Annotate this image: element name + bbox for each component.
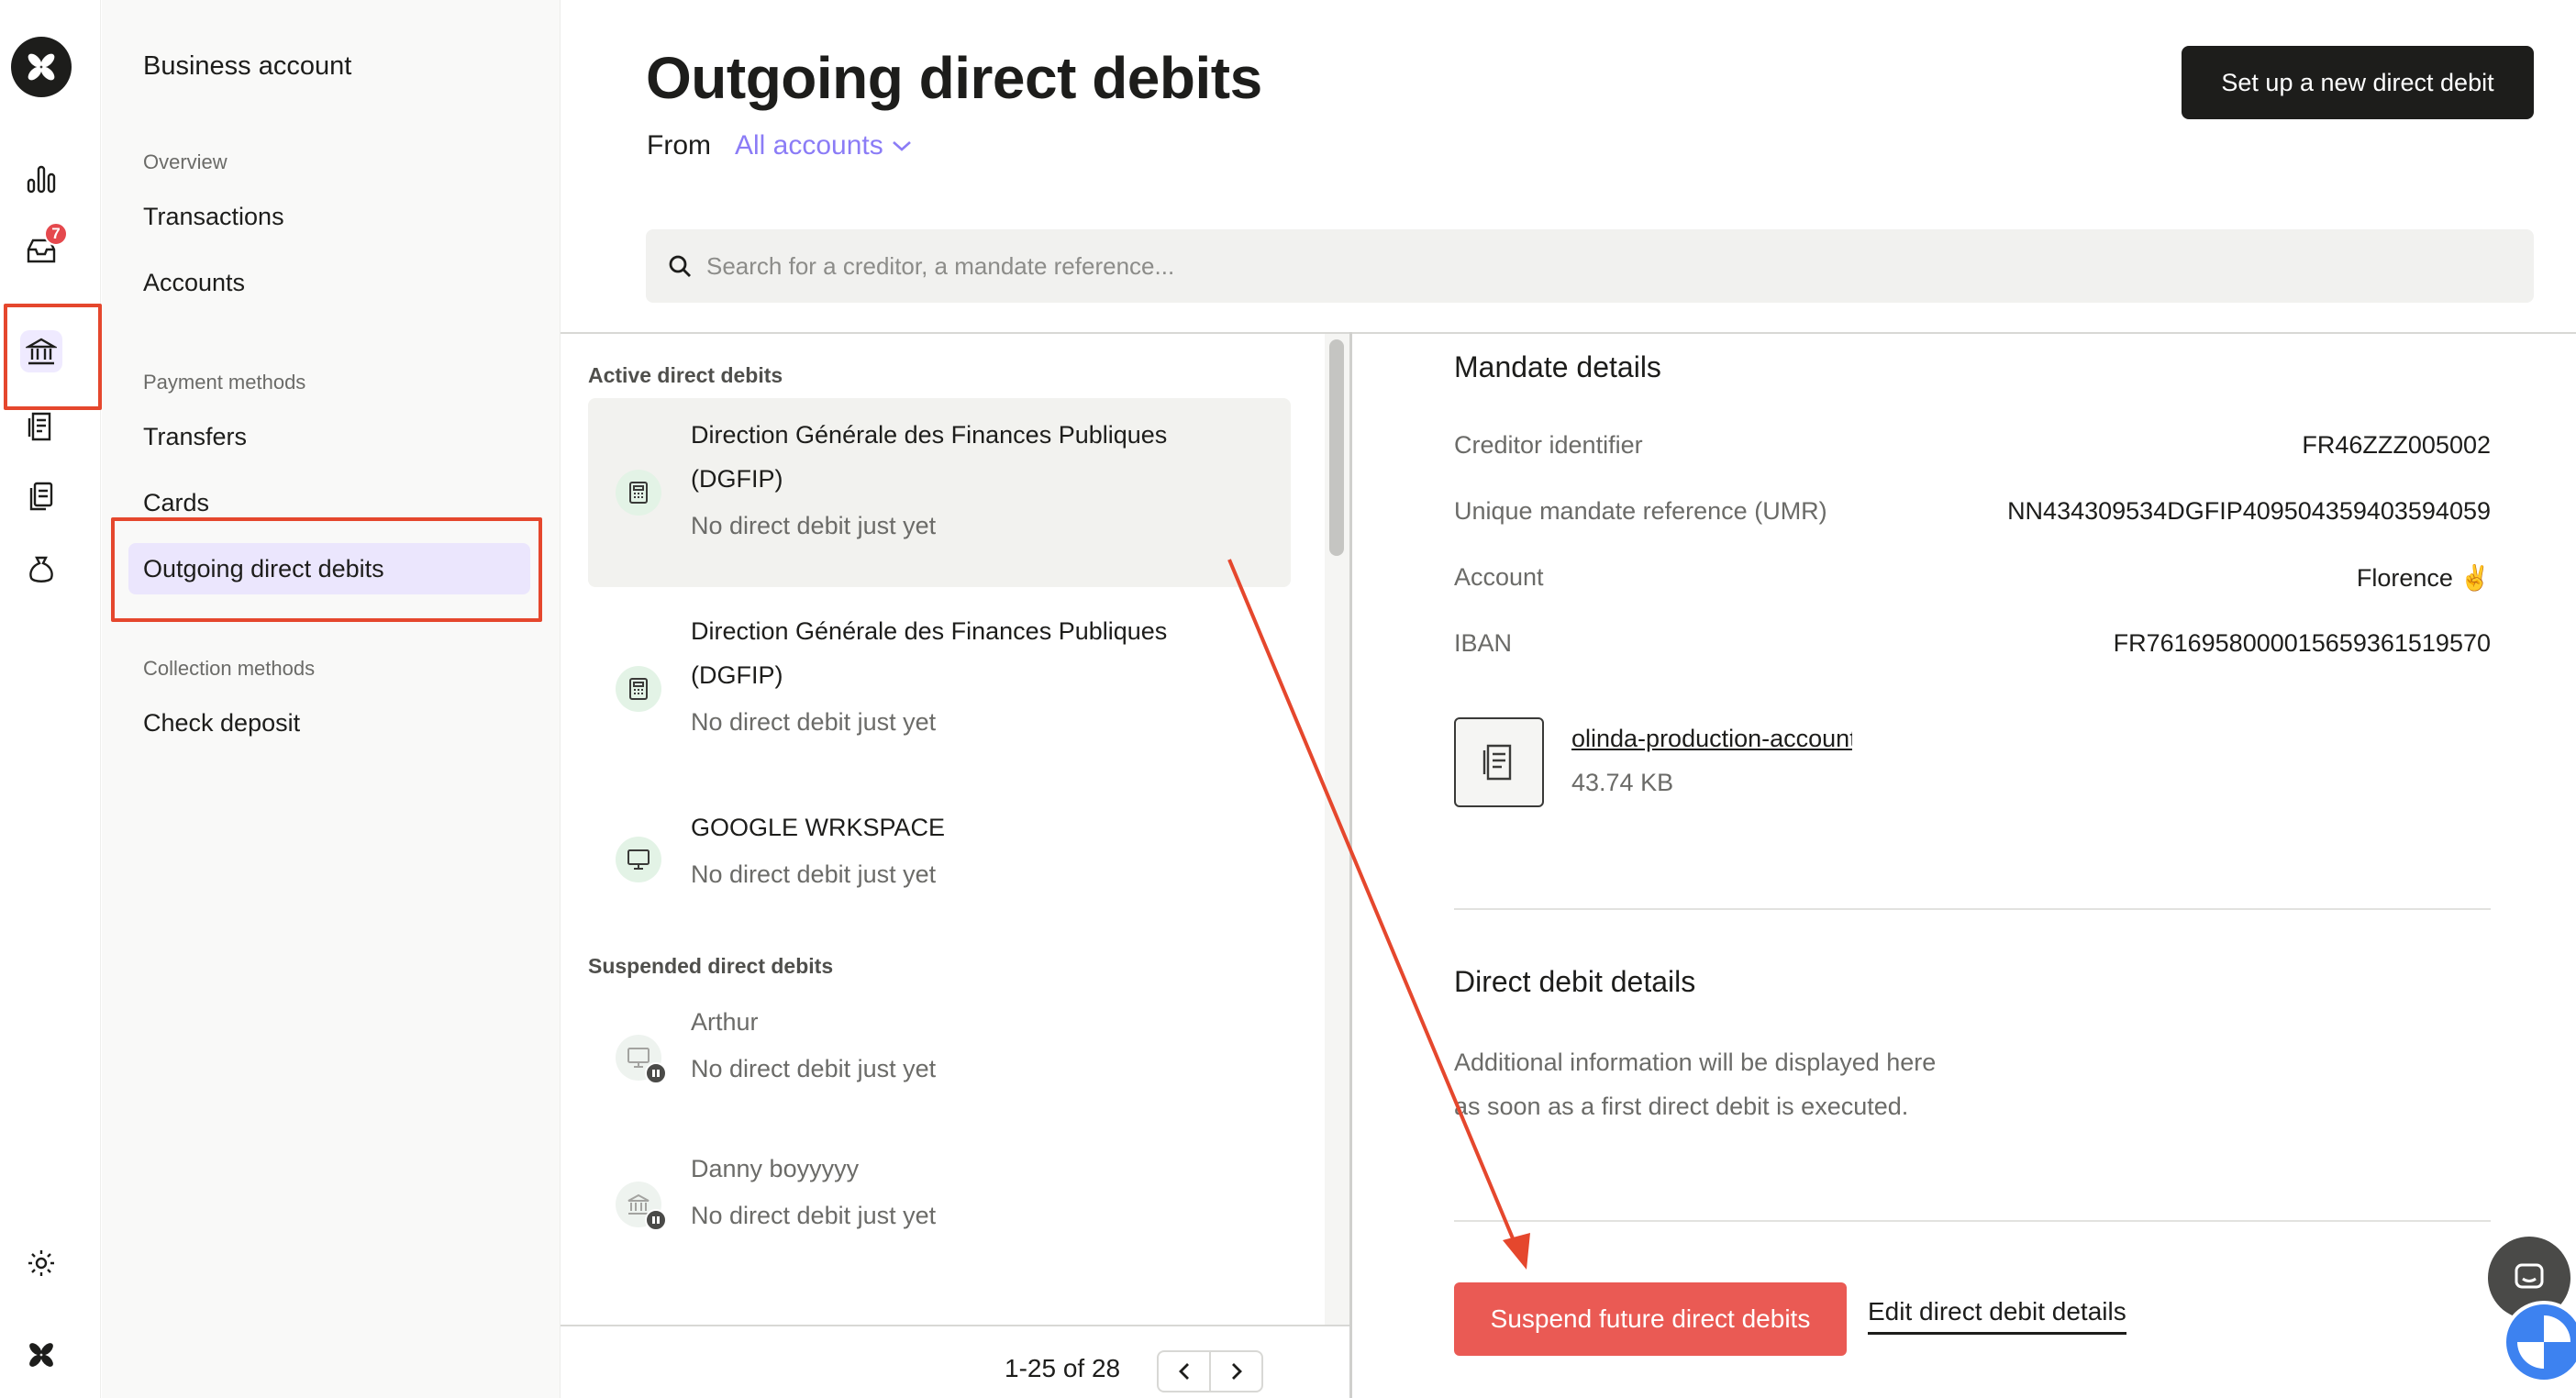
list-item-subtitle: No direct debit just yet [691,1055,937,1082]
pagination-buttons [1157,1350,1263,1392]
page-title: Outgoing direct debits [646,45,1262,111]
next-page-button[interactable] [1209,1352,1261,1391]
suspended-heading: Suspended direct debits [588,954,834,978]
search-icon [669,255,691,277]
nav-item-transfers[interactable]: Transfers [128,411,530,462]
notification-badge: 7 [44,222,68,246]
creditor-identifier-value: FR46ZZZ005002 [2302,431,2491,459]
nav-section-payment-methods: Payment methods [143,371,306,394]
help-icon[interactable] [2503,1301,2576,1383]
list-item[interactable]: Arthur No direct debit just yet [588,985,1291,1123]
panel-divider [1349,332,1352,1398]
calculator-icon [616,666,661,712]
nav-title: Business account [143,51,352,81]
search-bar [646,229,2534,303]
edit-direct-debit-button[interactable]: Edit direct debit details [1868,1297,2126,1335]
analytics-icon[interactable] [20,158,62,200]
section-divider [1454,908,2491,910]
list-item[interactable]: GOOGLE WRKSPACE No direct debit just yet [588,791,1291,928]
iban-label: IBAN [1454,629,1513,657]
list-item[interactable]: Danny boyyyyy No direct debit just yet [588,1132,1291,1270]
list-item-subtitle: No direct debit just yet [691,708,937,736]
invoices-icon[interactable] [20,405,62,448]
pause-icon [645,1062,667,1084]
settings-icon[interactable] [20,1242,62,1284]
iban-value: FR7616958000015659361519570 [2113,629,2491,657]
list-item-title: Direction Générale des Finances Publique… [691,421,1168,449]
from-label: From [647,130,711,161]
documents-icon[interactable] [20,475,62,517]
list-item-subtitle: No direct debit just yet [691,860,937,888]
highlight-box-nav [111,517,542,622]
pause-icon [645,1209,667,1231]
nav-section-overview: Overview [143,150,228,173]
list-item-subtitle: No direct debit just yet [691,512,937,539]
account-select[interactable]: All accounts [735,130,913,161]
bank-icon [616,1182,667,1231]
umr-label: Unique mandate reference (UMR) [1454,497,1827,525]
nav-item-accounts[interactable]: Accounts [128,257,530,308]
monitor-icon [616,837,661,882]
account-label: Account [1454,563,1544,591]
list-item-title-line2: (DGFIP) [691,465,783,493]
setup-direct-debit-button[interactable]: Set up a new direct debit [2182,46,2534,119]
suspend-direct-debits-button[interactable]: Suspend future direct debits [1454,1282,1847,1356]
pagination: 1-25 of 28 [561,1325,1349,1398]
savings-icon[interactable] [20,549,62,591]
list-item-title: Danny boyyyyy [691,1155,860,1182]
nav-item-transactions[interactable]: Transactions [128,191,530,242]
attachment-size: 43.74 KB [1571,769,1674,796]
prev-page-button[interactable] [1159,1352,1209,1391]
secondary-nav: Business account Overview Transactions A… [102,0,561,1398]
creditor-identifier-label: Creditor identifier [1454,431,1643,459]
umr-value: NN434309534DGFIP409504359403594059 [2007,497,2491,525]
pagination-count: 1-25 of 28 [1005,1354,1121,1382]
list-item[interactable]: Direction Générale des Finances Publique… [588,398,1291,587]
list-item[interactable]: Direction Générale des Finances Publique… [588,594,1291,783]
inbox-icon[interactable]: 7 [20,222,68,272]
nav-item-check-deposit[interactable]: Check deposit [128,697,530,749]
list-item-title: GOOGLE WRKSPACE [691,814,946,841]
list-item-title: Direction Générale des Finances Publique… [691,617,1168,645]
account-value: Florence ✌️ [2356,564,2491,592]
list-item-subtitle: No direct debit just yet [691,1202,937,1229]
direct-debit-list: Active direct debits Direction Générale … [561,334,1352,1325]
list-scrollbar-thumb[interactable] [1329,339,1344,556]
chevron-down-icon [892,141,911,151]
search-input[interactable] [706,251,2449,281]
attachment-link[interactable]: olinda-production-account [1571,725,1852,753]
direct-debit-details-title: Direct debit details [1454,965,1696,998]
account-select-label: All accounts [735,130,883,161]
calculator-icon [616,470,661,516]
list-item-title-line2: (DGFIP) [691,661,783,689]
list-item-title: Arthur [691,1008,759,1036]
chevron-right-icon [1231,1363,1242,1380]
section-divider [1454,1220,2491,1222]
monitor-icon [616,1035,667,1084]
brand-mark-icon [20,1334,62,1376]
qonto-logo[interactable] [11,37,72,97]
active-heading: Active direct debits [588,363,783,387]
mandate-details-title: Mandate details [1454,350,1661,383]
highlight-box-rail [4,304,102,410]
document-icon[interactable] [1454,717,1544,807]
nav-section-collection-methods: Collection methods [143,657,316,680]
direct-debit-info: Additional information will be displayed… [1454,1048,1937,1120]
chevron-left-icon [1178,1363,1189,1380]
icon-rail: 7 [0,0,101,1398]
